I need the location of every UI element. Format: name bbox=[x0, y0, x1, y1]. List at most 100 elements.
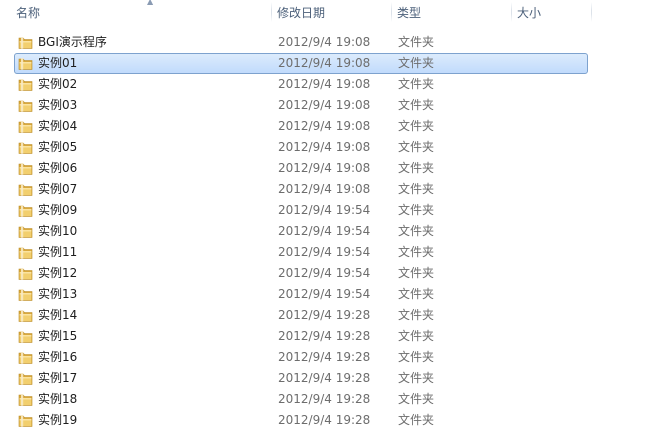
item-type: 文件夹 bbox=[398, 350, 435, 364]
column-divider[interactable] bbox=[591, 2, 592, 22]
item-type: 文件夹 bbox=[398, 203, 435, 217]
folder-name: 实例19 bbox=[38, 413, 78, 427]
folder-row[interactable]: 实例11 2012/9/4 19:54 文件夹 bbox=[0, 242, 655, 263]
item-type: 文件夹 bbox=[398, 161, 435, 175]
item-type: 文件夹 bbox=[398, 140, 435, 154]
folder-name: 实例13 bbox=[38, 287, 78, 301]
folder-icon bbox=[18, 161, 33, 176]
item-type: 文件夹 bbox=[398, 371, 435, 385]
folder-name: 实例10 bbox=[38, 224, 78, 238]
column-header-type[interactable]: 类型 bbox=[391, 0, 511, 26]
modified-date: 2012/9/4 19:54 bbox=[278, 203, 371, 217]
folder-name: 实例14 bbox=[38, 308, 78, 322]
column-header-size-label: 大小 bbox=[517, 6, 542, 20]
folder-row[interactable]: 实例10 2012/9/4 19:54 文件夹 bbox=[0, 221, 655, 242]
folder-row[interactable]: 实例01 2012/9/4 19:08 文件夹 bbox=[0, 53, 655, 74]
item-type: 文件夹 bbox=[398, 266, 435, 280]
folder-name: 实例04 bbox=[38, 119, 78, 133]
folder-icon bbox=[18, 287, 33, 302]
folder-icon bbox=[18, 245, 33, 260]
folder-icon bbox=[18, 329, 33, 344]
folder-row[interactable]: 实例02 2012/9/4 19:08 文件夹 bbox=[0, 74, 655, 95]
folder-row[interactable]: 实例16 2012/9/4 19:28 文件夹 bbox=[0, 347, 655, 368]
folder-icon bbox=[18, 350, 33, 365]
folder-name: 实例02 bbox=[38, 77, 78, 91]
folder-icon bbox=[18, 35, 33, 50]
column-header-type-label: 类型 bbox=[397, 6, 422, 20]
modified-date: 2012/9/4 19:08 bbox=[278, 77, 371, 91]
folder-icon bbox=[18, 77, 33, 92]
folder-row[interactable]: 实例19 2012/9/4 19:28 文件夹 bbox=[0, 410, 655, 430]
folder-row[interactable]: 实例05 2012/9/4 19:08 文件夹 bbox=[0, 137, 655, 158]
modified-date: 2012/9/4 19:08 bbox=[278, 119, 371, 133]
folder-name: 实例05 bbox=[38, 140, 78, 154]
file-rows: BGI演示程序 2012/9/4 19:08 文件夹实例01 2012/9/4 19:… bbox=[0, 32, 655, 430]
folder-row[interactable]: 实例15 2012/9/4 19:28 文件夹 bbox=[0, 326, 655, 347]
folder-icon bbox=[18, 140, 33, 155]
item-type: 文件夹 bbox=[398, 392, 435, 406]
column-header-name-label: 名称 bbox=[16, 6, 41, 20]
folder-row[interactable]: 实例09 2012/9/4 19:54 文件夹 bbox=[0, 200, 655, 221]
modified-date: 2012/9/4 19:08 bbox=[278, 56, 371, 70]
modified-date: 2012/9/4 19:08 bbox=[278, 182, 371, 196]
folder-icon bbox=[18, 413, 33, 428]
item-type: 文件夹 bbox=[398, 56, 435, 70]
folder-row[interactable]: 实例03 2012/9/4 19:08 文件夹 bbox=[0, 95, 655, 116]
modified-date: 2012/9/4 19:08 bbox=[278, 161, 371, 175]
modified-date: 2012/9/4 19:54 bbox=[278, 224, 371, 238]
column-header-bar: 名称 ▲ 修改日期 类型 大小 bbox=[0, 0, 655, 26]
modified-date: 2012/9/4 19:28 bbox=[278, 308, 371, 322]
item-type: 文件夹 bbox=[398, 308, 435, 322]
folder-row[interactable]: 实例04 2012/9/4 19:08 文件夹 bbox=[0, 116, 655, 137]
modified-date: 2012/9/4 19:54 bbox=[278, 266, 371, 280]
column-header-date[interactable]: 修改日期 bbox=[271, 0, 391, 26]
item-type: 文件夹 bbox=[398, 182, 435, 196]
folder-name: 实例06 bbox=[38, 161, 78, 175]
folder-icon bbox=[18, 56, 33, 71]
modified-date: 2012/9/4 19:28 bbox=[278, 371, 371, 385]
modified-date: 2012/9/4 19:54 bbox=[278, 287, 371, 301]
modified-date: 2012/9/4 19:28 bbox=[278, 413, 371, 427]
folder-row[interactable]: 实例07 2012/9/4 19:08 文件夹 bbox=[0, 179, 655, 200]
folder-row[interactable]: 实例13 2012/9/4 19:54 文件夹 bbox=[0, 284, 655, 305]
item-type: 文件夹 bbox=[398, 77, 435, 91]
modified-date: 2012/9/4 19:28 bbox=[278, 350, 371, 364]
folder-name: 实例16 bbox=[38, 350, 78, 364]
item-type: 文件夹 bbox=[398, 98, 435, 112]
folder-name: 实例11 bbox=[38, 245, 78, 259]
modified-date: 2012/9/4 19:08 bbox=[278, 140, 371, 154]
folder-icon bbox=[18, 371, 33, 386]
column-header-size[interactable]: 大小 bbox=[511, 0, 591, 26]
folder-row[interactable]: 实例18 2012/9/4 19:28 文件夹 bbox=[0, 389, 655, 410]
column-header-name[interactable]: 名称 ▲ bbox=[10, 0, 271, 26]
sort-ascending-icon: ▲ bbox=[147, 0, 154, 6]
folder-icon bbox=[18, 392, 33, 407]
item-type: 文件夹 bbox=[398, 119, 435, 133]
folder-row[interactable]: 实例14 2012/9/4 19:28 文件夹 bbox=[0, 305, 655, 326]
column-header-date-label: 修改日期 bbox=[277, 6, 326, 20]
modified-date: 2012/9/4 19:28 bbox=[278, 329, 371, 343]
file-list-view: 名称 ▲ 修改日期 类型 大小 BGI演示程序 2012/9/4 19:08 文件夹… bbox=[0, 0, 655, 430]
folder-icon bbox=[18, 182, 33, 197]
modified-date: 2012/9/4 19:28 bbox=[278, 392, 371, 406]
folder-icon bbox=[18, 266, 33, 281]
folder-row[interactable]: 实例12 2012/9/4 19:54 文件夹 bbox=[0, 263, 655, 284]
item-type: 文件夹 bbox=[398, 35, 435, 49]
folder-icon bbox=[18, 224, 33, 239]
folder-row[interactable]: 实例06 2012/9/4 19:08 文件夹 bbox=[0, 158, 655, 179]
folder-row[interactable]: BGI演示程序 2012/9/4 19:08 文件夹 bbox=[0, 32, 655, 53]
folder-icon bbox=[18, 203, 33, 218]
folder-icon bbox=[18, 119, 33, 134]
folder-name: 实例17 bbox=[38, 371, 78, 385]
folder-name: 实例07 bbox=[38, 182, 78, 196]
modified-date: 2012/9/4 19:08 bbox=[278, 98, 371, 112]
modified-date: 2012/9/4 19:54 bbox=[278, 245, 371, 259]
item-type: 文件夹 bbox=[398, 224, 435, 238]
item-type: 文件夹 bbox=[398, 287, 435, 301]
folder-name: 实例15 bbox=[38, 329, 78, 343]
folder-row[interactable]: 实例17 2012/9/4 19:28 文件夹 bbox=[0, 368, 655, 389]
folder-name: 实例18 bbox=[38, 392, 78, 406]
folder-name: 实例03 bbox=[38, 98, 78, 112]
folder-name: 实例01 bbox=[38, 56, 78, 70]
folder-name: 实例09 bbox=[38, 203, 78, 217]
